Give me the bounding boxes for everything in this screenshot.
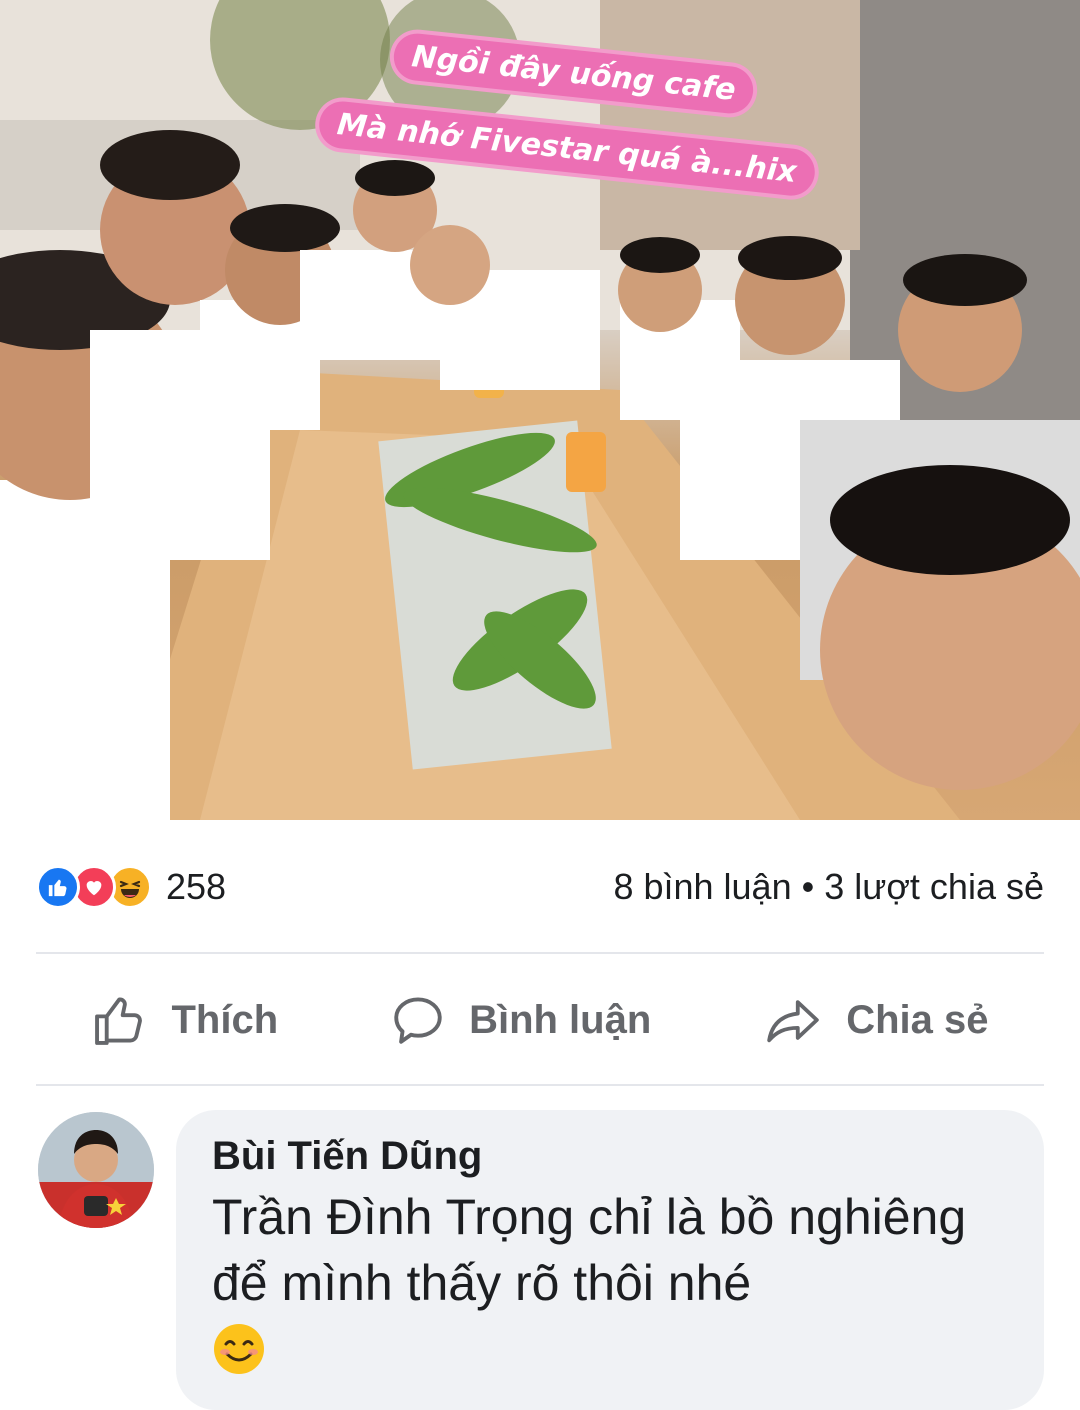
comment-text: Trần Đình Trọng chỉ là bồ nghiêng để mìn… bbox=[212, 1184, 1012, 1392]
reaction-count-group[interactable]: 258 bbox=[36, 865, 226, 909]
smiling-face-icon bbox=[212, 1322, 266, 1392]
reaction-count: 258 bbox=[166, 866, 227, 907]
post-action-bar: Thích Bình luận Chia sẻ bbox=[36, 962, 1044, 1078]
shares-count-link[interactable]: 3 lượt chia sẻ bbox=[824, 866, 1044, 908]
post-stats: 8 bình luận • 3 lượt chia sẻ bbox=[613, 866, 1044, 908]
stats-separator: • bbox=[801, 866, 815, 907]
share-arrow-icon bbox=[767, 1000, 819, 1043]
comment-button[interactable]: Bình luận bbox=[389, 991, 651, 1049]
like-label: Thích bbox=[171, 997, 279, 1042]
divider-bottom bbox=[36, 1084, 1044, 1086]
share-button[interactable]: Chia sẻ bbox=[762, 991, 989, 1049]
divider-top bbox=[36, 952, 1044, 954]
thumbs-up-icon bbox=[95, 997, 143, 1045]
photo-caption-sticker: Ngồi đây uống cafe Mà nhớ Fivestar quá à… bbox=[298, 31, 918, 210]
commenter-avatar[interactable] bbox=[38, 1112, 154, 1228]
reactions-summary: 258 8 bình luận • 3 lượt chia sẻ bbox=[36, 862, 1044, 912]
comments-count-link[interactable]: 8 bình luận bbox=[613, 866, 791, 908]
comment-author-name[interactable]: Bùi Tiến Dũng bbox=[212, 1132, 1010, 1180]
reaction-icons bbox=[36, 865, 152, 909]
share-label: Chia sẻ bbox=[846, 997, 989, 1042]
comment-bubble[interactable]: Bùi Tiến Dũng Trần Đình Trọng chỉ là bồ … bbox=[176, 1110, 1044, 1410]
avatar-image bbox=[38, 1112, 154, 1228]
like-icon bbox=[36, 865, 80, 909]
caption-line-1: Ngồi đây uống cafe bbox=[391, 31, 756, 116]
comment-body: Trần Đình Trọng chỉ là bồ nghiêng để mìn… bbox=[212, 1189, 967, 1311]
post-photo[interactable]: Ngồi đây uống cafe Mà nhớ Fivestar quá à… bbox=[0, 0, 1080, 820]
comment-label: Bình luận bbox=[469, 997, 652, 1042]
speech-bubble-icon bbox=[394, 997, 442, 1044]
like-button[interactable]: Thích bbox=[91, 991, 278, 1049]
caption-line-2: Mà nhớ Fivestar quá à...hix bbox=[316, 99, 817, 198]
